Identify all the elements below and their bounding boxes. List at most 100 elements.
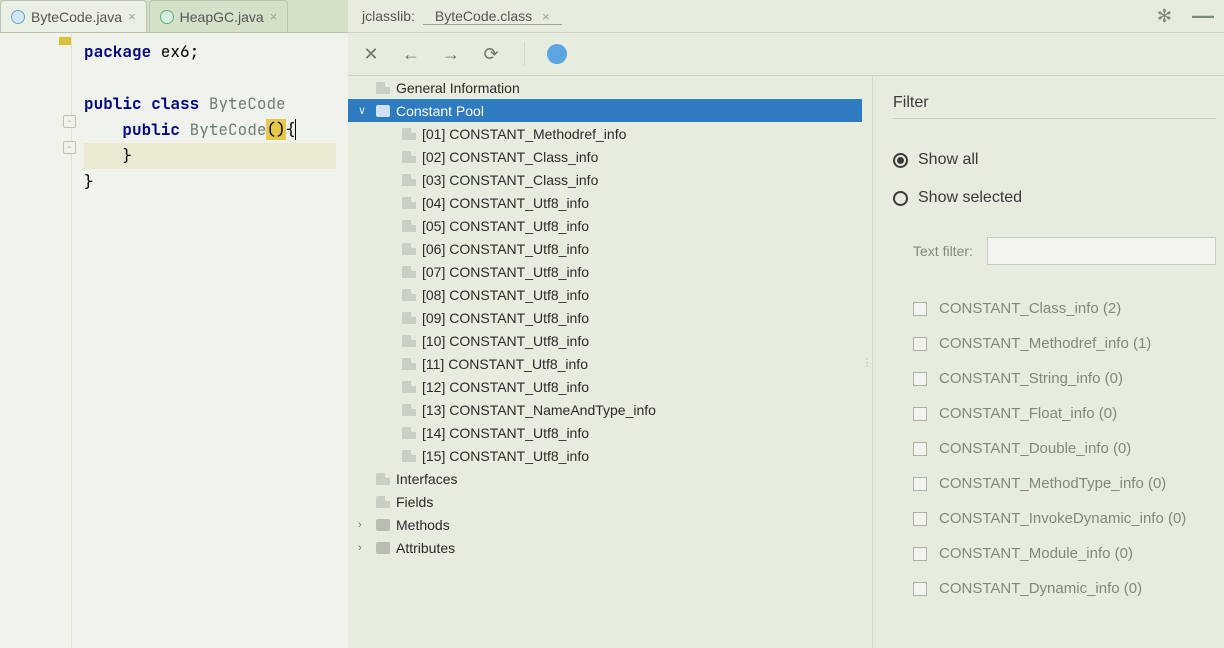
editor-pane: ByteCode.java × HeapGC.java × − − packag… [0,0,348,648]
java-file-icon [160,10,174,24]
tree-node-label: [08] CONSTANT_Utf8_info [422,287,589,303]
tree-node-label: [13] CONSTANT_NameAndType_info [422,402,656,418]
filter-checkbox-row[interactable]: CONSTANT_String_info (0) [893,361,1216,396]
jclasslib-file-tab-label: ByteCode.class [435,8,532,24]
radio-label: Show selected [918,189,1022,207]
tree-node-constant-entry[interactable]: [05] CONSTANT_Utf8_info [348,214,862,237]
code-line [84,65,336,91]
checkbox-unchecked-icon [913,337,927,351]
tree-node-label: [01] CONSTANT_Methodref_info [422,126,626,142]
file-icon [402,381,416,393]
tree-node-label: [04] CONSTANT_Utf8_info [422,195,589,211]
editor-gutter: − − [0,33,72,648]
filter-checkbox-row[interactable]: CONSTANT_InvokeDynamic_info (0) [893,501,1216,536]
tree-node-label: Attributes [396,540,455,556]
radio-label: Show all [918,151,978,169]
tree-node-constant-entry[interactable]: [12] CONSTANT_Utf8_info [348,375,862,398]
filter-checkbox-label: CONSTANT_Double_info (0) [939,440,1131,457]
filter-checkbox-row[interactable]: CONSTANT_Dynamic_info (0) [893,571,1216,606]
filter-checkbox-label: CONSTANT_Class_info (2) [939,300,1121,317]
code-area[interactable]: package ex6; public class ByteCode publi… [72,33,348,648]
tree-node-constant-entry[interactable]: [06] CONSTANT_Utf8_info [348,237,862,260]
tree-node-constant-entry[interactable]: [02] CONSTANT_Class_info [348,145,862,168]
tree-node-fields[interactable]: Fields [348,490,862,513]
file-icon [376,473,390,485]
file-icon [402,174,416,186]
checkbox-unchecked-icon [913,407,927,421]
back-icon[interactable]: ← [400,44,422,65]
close-icon[interactable]: × [542,9,550,24]
tree-node-label: [10] CONSTANT_Utf8_info [422,333,589,349]
file-icon [402,128,416,140]
radio-show-all[interactable]: Show all [893,145,1216,175]
file-icon [402,197,416,209]
filter-checkbox-row[interactable]: CONSTANT_Methodref_info (1) [893,326,1216,361]
tree-node-constant-entry[interactable]: [15] CONSTANT_Utf8_info [348,444,862,467]
tree-node-constant-entry[interactable]: [04] CONSTANT_Utf8_info [348,191,862,214]
tree-node-constant-entry[interactable]: [11] CONSTANT_Utf8_info [348,352,862,375]
class-structure-tree[interactable]: General Information ∨ Constant Pool [01]… [348,76,862,648]
folder-icon [376,519,390,531]
forward-icon[interactable]: → [440,44,462,65]
close-icon[interactable]: × [128,9,136,24]
close-icon[interactable]: × [270,9,278,24]
filter-checkbox-row[interactable]: CONSTANT_Module_info (0) [893,536,1216,571]
filter-checkbox-row[interactable]: CONSTANT_Float_info (0) [893,396,1216,431]
text-filter-input[interactable] [987,237,1216,265]
filter-checkbox-label: CONSTANT_Module_info (0) [939,545,1133,562]
minimize-icon[interactable]: — [1182,3,1224,29]
warning-marker-icon[interactable] [59,37,71,45]
tree-node-general-info[interactable]: General Information [348,76,862,99]
file-icon [402,220,416,232]
tree-node-interfaces[interactable]: Interfaces [348,467,862,490]
tree-node-constant-pool[interactable]: ∨ Constant Pool [348,99,862,122]
chevron-right-icon[interactable]: › [358,519,370,531]
filter-checkbox-row[interactable]: CONSTANT_Class_info (2) [893,291,1216,326]
filter-checkbox-label: CONSTANT_InvokeDynamic_info (0) [939,510,1186,527]
tree-node-label: [14] CONSTANT_Utf8_info [422,425,589,441]
editor-body[interactable]: − − package ex6; public class ByteCode p… [0,32,348,648]
chevron-down-icon[interactable]: ∨ [358,104,370,117]
tree-node-constant-entry[interactable]: [09] CONSTANT_Utf8_info [348,306,862,329]
checkbox-unchecked-icon [913,442,927,456]
close-icon[interactable]: ✕ [360,44,382,65]
fold-icon[interactable]: − [63,115,76,128]
text-filter-label: Text filter: [913,243,973,259]
filter-checkbox-label: CONSTANT_Float_info (0) [939,405,1117,422]
tree-node-constant-entry[interactable]: [03] CONSTANT_Class_info [348,168,862,191]
reload-icon[interactable]: ⟳ [480,44,502,65]
editor-tab-heapgc[interactable]: HeapGC.java × [149,0,289,32]
file-icon [402,427,416,439]
file-icon [376,496,390,508]
filter-pane: Filter Show all Show selected Text filte… [872,76,1224,648]
jclasslib-file-tab[interactable]: ByteCode.class × [423,8,562,25]
filter-checkbox-row[interactable]: CONSTANT_Double_info (0) [893,431,1216,466]
tree-node-constant-entry[interactable]: [14] CONSTANT_Utf8_info [348,421,862,444]
chevron-right-icon[interactable]: › [358,542,370,554]
filter-title: Filter [893,88,1216,119]
gear-icon[interactable]: ✻ [1147,6,1182,27]
jclasslib-pane: jclasslib: ByteCode.class × ✻ — ✕ ← → ⟳ … [348,0,1224,648]
tree-node-constant-entry[interactable]: [07] CONSTANT_Utf8_info [348,260,862,283]
tree-node-label: [12] CONSTANT_Utf8_info [422,379,589,395]
editor-tab-label: HeapGC.java [180,9,264,25]
globe-icon[interactable] [547,44,567,64]
folder-icon [376,105,390,117]
tree-node-constant-entry[interactable]: [13] CONSTANT_NameAndType_info [348,398,862,421]
tree-node-label: [02] CONSTANT_Class_info [422,149,598,165]
drag-handle-icon[interactable]: ⋮ [862,76,872,648]
tree-node-constant-entry[interactable]: [08] CONSTANT_Utf8_info [348,283,862,306]
tree-node-constant-entry[interactable]: [01] CONSTANT_Methodref_info [348,122,862,145]
tree-node-constant-entry[interactable]: [10] CONSTANT_Utf8_info [348,329,862,352]
tree-node-methods[interactable]: › Methods [348,513,862,536]
tree-node-label: [07] CONSTANT_Utf8_info [422,264,589,280]
checkbox-unchecked-icon [913,547,927,561]
tree-node-label: Fields [396,494,433,510]
radio-show-selected[interactable]: Show selected [893,183,1216,213]
filter-checkbox-row[interactable]: CONSTANT_MethodType_info (0) [893,466,1216,501]
filter-checkbox-label: CONSTANT_MethodType_info (0) [939,475,1166,492]
tree-node-attributes[interactable]: › Attributes [348,536,862,559]
file-icon [402,243,416,255]
editor-tab-bytecode[interactable]: ByteCode.java × [0,0,147,32]
fold-icon[interactable]: − [63,141,76,154]
